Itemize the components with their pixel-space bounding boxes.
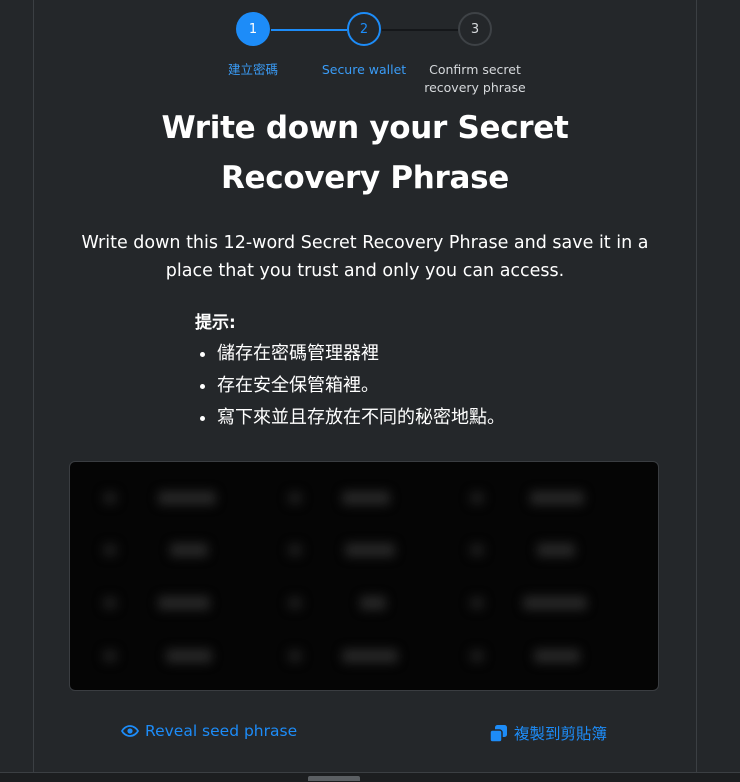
- blurred-word: [345, 543, 395, 557]
- step-connector-complete: [271, 29, 347, 31]
- tip-item: 寫下來並且存放在不同的秘密地點。: [217, 402, 615, 434]
- blurred-word: [170, 543, 208, 557]
- blurred-word-number: [470, 544, 484, 556]
- step-2-circle: 2: [347, 12, 381, 46]
- blurred-word-number: [103, 544, 117, 556]
- copy-to-clipboard-label: 複製到剪貼簿: [514, 725, 608, 743]
- blurred-word: [158, 491, 216, 505]
- blurred-word: [534, 649, 580, 663]
- blurred-word-number: [288, 492, 302, 504]
- tip-item: 存在安全保管箱裡。: [217, 370, 615, 402]
- step-3-circle: 3: [458, 12, 492, 46]
- page-title: Write down your Secret Recovery Phrase: [161, 110, 569, 196]
- copy-to-clipboard-button[interactable]: 複製到剪貼簿: [489, 722, 607, 744]
- blurred-word: [166, 649, 212, 663]
- scroll-handle[interactable]: [308, 776, 360, 781]
- step-3-label: Confirm secret recovery phrase: [424, 62, 526, 95]
- blurred-word: [360, 596, 386, 610]
- step-1-label: 建立密碼: [227, 62, 278, 77]
- eye-icon: [121, 725, 139, 737]
- step-2-label: Secure wallet: [321, 62, 407, 77]
- blurred-word-number: [103, 492, 117, 504]
- step-connector-pending: [382, 29, 458, 31]
- step-1-circle: 1: [236, 12, 270, 46]
- blurred-word-number: [288, 650, 302, 662]
- blurred-word: [158, 596, 210, 610]
- reveal-seed-phrase-label: Reveal seed phrase: [145, 722, 298, 740]
- seed-phrase-blurred-box[interactable]: [69, 461, 659, 691]
- blurred-word-number: [470, 492, 484, 504]
- blurred-word: [537, 543, 575, 557]
- blurred-word: [342, 649, 398, 663]
- copy-icon: [489, 724, 508, 743]
- blurred-word-number: [288, 544, 302, 556]
- reveal-seed-phrase-button[interactable]: Reveal seed phrase: [121, 722, 297, 740]
- blurred-words: [70, 462, 658, 690]
- blurred-word: [530, 491, 584, 505]
- blurred-word: [523, 596, 587, 610]
- tip-item: 儲存在密碼管理器裡: [217, 338, 615, 370]
- tips-section: 提示: 儲存在密碼管理器裡 存在安全保管箱裡。 寫下來並且存放在不同的秘密地點。: [195, 310, 615, 434]
- blurred-word-number: [103, 597, 117, 609]
- blurred-word-number: [103, 650, 117, 662]
- tips-title: 提示:: [195, 313, 236, 333]
- progress-stepper: 1 2 3 建立密碼 Secure wallet Confirm secret …: [0, 0, 740, 100]
- blurred-word-number: [288, 597, 302, 609]
- tips-list: 儲存在密碼管理器裡 存在安全保管箱裡。 寫下來並且存放在不同的秘密地點。: [195, 338, 615, 434]
- intro-text: Write down this 12-word Secret Recovery …: [81, 233, 649, 281]
- blurred-word-number: [470, 597, 484, 609]
- blurred-word: [342, 491, 390, 505]
- blurred-word-number: [470, 650, 484, 662]
